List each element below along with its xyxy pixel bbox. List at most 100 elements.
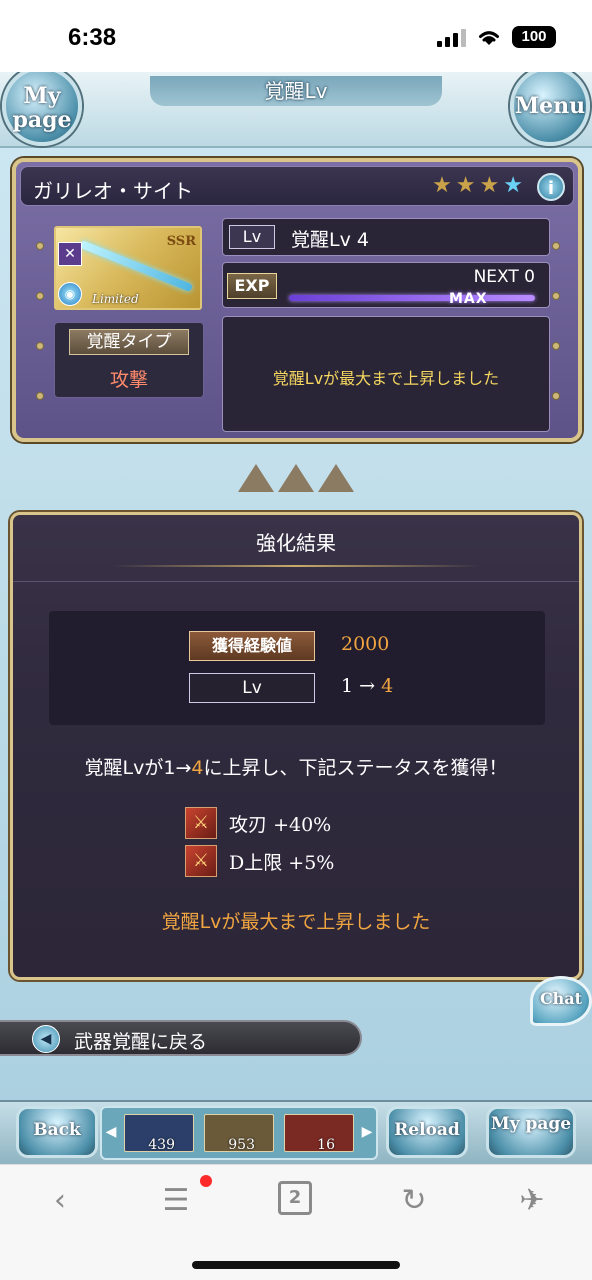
item-count: 16 bbox=[317, 1137, 335, 1153]
game-viewport: 覚醒Lv My page Menu ガリレオ・サイト ★ ★ ★ ★ i ✕ ◉… bbox=[0, 72, 592, 1164]
back-arrow-icon: ◀ bbox=[32, 1025, 60, 1053]
notification-dot bbox=[200, 1175, 212, 1187]
water-element-icon: ◉ bbox=[58, 282, 82, 306]
star-icon: ★ bbox=[455, 173, 476, 198]
exp-box: EXP NEXT 0 MAX bbox=[222, 262, 550, 308]
page-title: 覚醒Lv bbox=[150, 76, 442, 106]
exp-tag: EXP bbox=[227, 273, 277, 299]
next-exp-label: NEXT 0 bbox=[473, 267, 535, 287]
back-chevron-icon[interactable]: ‹ bbox=[40, 1181, 80, 1221]
item-shortcut-strip: ◀ 439 953 16 ▶ bbox=[100, 1106, 378, 1160]
bottom-game-nav: Back ◀ 439 953 16 ▶ Reload My page bbox=[0, 1100, 592, 1164]
exp-progress-bar: MAX bbox=[289, 291, 535, 307]
scroll-item[interactable]: 16 bbox=[284, 1114, 354, 1153]
divider-ornament bbox=[238, 464, 354, 492]
status-icons: 100 bbox=[437, 26, 556, 48]
lv-arrow: → bbox=[359, 675, 376, 697]
lv-label: Lv bbox=[189, 673, 315, 703]
result-footer-message: 覚醒Lvが最大まで上昇しました bbox=[161, 911, 431, 933]
awaken-level-value: 覚醒Lv 4 bbox=[291, 229, 369, 251]
limited-label: Limited bbox=[92, 292, 139, 306]
rivet bbox=[36, 242, 44, 250]
title-ornament bbox=[113, 565, 479, 567]
divider bbox=[13, 581, 579, 582]
attack-up-icon: ⚔ bbox=[185, 807, 217, 839]
result-title: 強化結果 bbox=[256, 531, 336, 555]
exp-gain-label: 獲得経験値 bbox=[189, 631, 315, 661]
awaken-type-label: 覚醒タイプ bbox=[69, 329, 189, 355]
rivet bbox=[552, 242, 560, 250]
stat-text: D上限 +5% bbox=[229, 848, 334, 875]
stat-name: D上限 bbox=[229, 851, 283, 874]
rivet bbox=[552, 342, 560, 350]
lv-change: 1 → 4 bbox=[341, 675, 393, 697]
strip-left-arrow-icon[interactable]: ◀ bbox=[104, 1124, 118, 1144]
lv-from: 1 bbox=[341, 675, 354, 697]
status-bar: 6:38 100 bbox=[0, 0, 592, 72]
stat-name: 攻刃 bbox=[229, 813, 268, 836]
rivet bbox=[36, 292, 44, 300]
battery-icon: 100 bbox=[512, 26, 556, 48]
summary-prefix: 覚醒Lvが bbox=[84, 757, 164, 779]
rocket-icon[interactable]: ✈ bbox=[512, 1181, 552, 1221]
lv-tag: Lv bbox=[229, 225, 275, 249]
rivet bbox=[552, 292, 560, 300]
summary-from: 1 bbox=[163, 757, 176, 779]
chat-button[interactable]: Chat bbox=[530, 976, 592, 1026]
info-icon[interactable]: i bbox=[537, 173, 565, 201]
triangle-icon bbox=[318, 464, 354, 492]
result-summary: 覚醒Lvが1→4に上昇し、下記ステータスを獲得！ bbox=[13, 753, 579, 780]
rivet bbox=[36, 342, 44, 350]
browser-toolbar: ‹ ☰ 2 ↻ ✈ bbox=[0, 1164, 592, 1280]
back-link-label: 武器覚醒に戻る bbox=[74, 1031, 208, 1053]
stat-value: +40% bbox=[273, 813, 332, 836]
home-indicator bbox=[192, 1261, 400, 1269]
status-time: 6:38 bbox=[68, 24, 117, 51]
tabs-icon[interactable]: 2 bbox=[278, 1181, 312, 1215]
awaken-type-box: 覚醒タイプ 攻撃 bbox=[54, 322, 204, 398]
stat-row: ⚔ 攻刃 +40% bbox=[185, 807, 331, 839]
weapon-type-icon: ✕ bbox=[58, 242, 82, 266]
top-header: 覚醒Lv bbox=[0, 72, 592, 148]
attack-up-icon: ⚔ bbox=[185, 845, 217, 877]
wifi-icon bbox=[479, 31, 499, 45]
lv-to: 4 bbox=[381, 675, 394, 697]
back-to-weapon-awaken-button[interactable]: ◀ 武器覚醒に戻る bbox=[0, 1020, 362, 1056]
menu-icon[interactable]: ☰ bbox=[156, 1181, 196, 1221]
summary-to: 4 bbox=[191, 757, 204, 779]
rivet bbox=[552, 392, 560, 400]
message-box: 覚醒Lvが最大まで上昇しました bbox=[222, 316, 550, 432]
weapon-image[interactable]: ✕ ◉ SSR Limited bbox=[54, 226, 202, 310]
star-icon: ★ bbox=[432, 173, 452, 198]
reload-button[interactable]: Reload bbox=[386, 1106, 468, 1158]
rivet bbox=[36, 392, 44, 400]
max-level-message: 覚醒Lvが最大まで上昇しました bbox=[272, 369, 500, 388]
triangle-icon bbox=[278, 464, 314, 492]
rarity-badge: SSR bbox=[166, 234, 196, 249]
ticket-item[interactable]: 953 bbox=[204, 1114, 274, 1153]
back-button[interactable]: Back bbox=[16, 1106, 98, 1158]
refresh-icon[interactable]: ↻ bbox=[394, 1181, 434, 1221]
star-icon: ★ bbox=[503, 173, 523, 198]
weapon-card: ガリレオ・サイト ★ ★ ★ ★ i ✕ ◉ SSR Limited 覚醒タイプ… bbox=[12, 158, 582, 442]
signal-icon bbox=[437, 27, 466, 47]
weapon-name: ガリレオ・サイト bbox=[33, 179, 193, 203]
result-values: 獲得経験値 2000 Lv 1 → 4 bbox=[49, 611, 545, 725]
uncap-stars: ★ ★ ★ ★ bbox=[432, 175, 523, 197]
summary-suffix: に上昇し、下記ステータスを獲得！ bbox=[203, 757, 508, 779]
crystal-item[interactable]: 439 bbox=[124, 1114, 194, 1153]
triangle-icon bbox=[238, 464, 274, 492]
stat-row: ⚔ D上限 +5% bbox=[185, 845, 334, 877]
awaken-type-value: 攻撃 bbox=[109, 369, 148, 391]
stat-value: +5% bbox=[288, 851, 335, 874]
item-count: 439 bbox=[148, 1137, 175, 1153]
summary-arrow: → bbox=[175, 757, 192, 779]
item-count: 953 bbox=[228, 1137, 255, 1153]
enhancement-result-panel: 強化結果 獲得経験値 2000 Lv 1 → 4 覚醒Lvが1→4に上昇し、下記… bbox=[10, 512, 582, 980]
strip-right-arrow-icon[interactable]: ▶ bbox=[360, 1124, 374, 1144]
level-box: Lv 覚醒Lv 4 bbox=[222, 218, 550, 256]
exp-max-label: MAX bbox=[449, 291, 488, 307]
weapon-card-header: ガリレオ・サイト ★ ★ ★ ★ i bbox=[20, 166, 574, 206]
bottom-mypage-button[interactable]: My page bbox=[486, 1106, 576, 1158]
exp-gain-value: 2000 bbox=[341, 633, 390, 655]
